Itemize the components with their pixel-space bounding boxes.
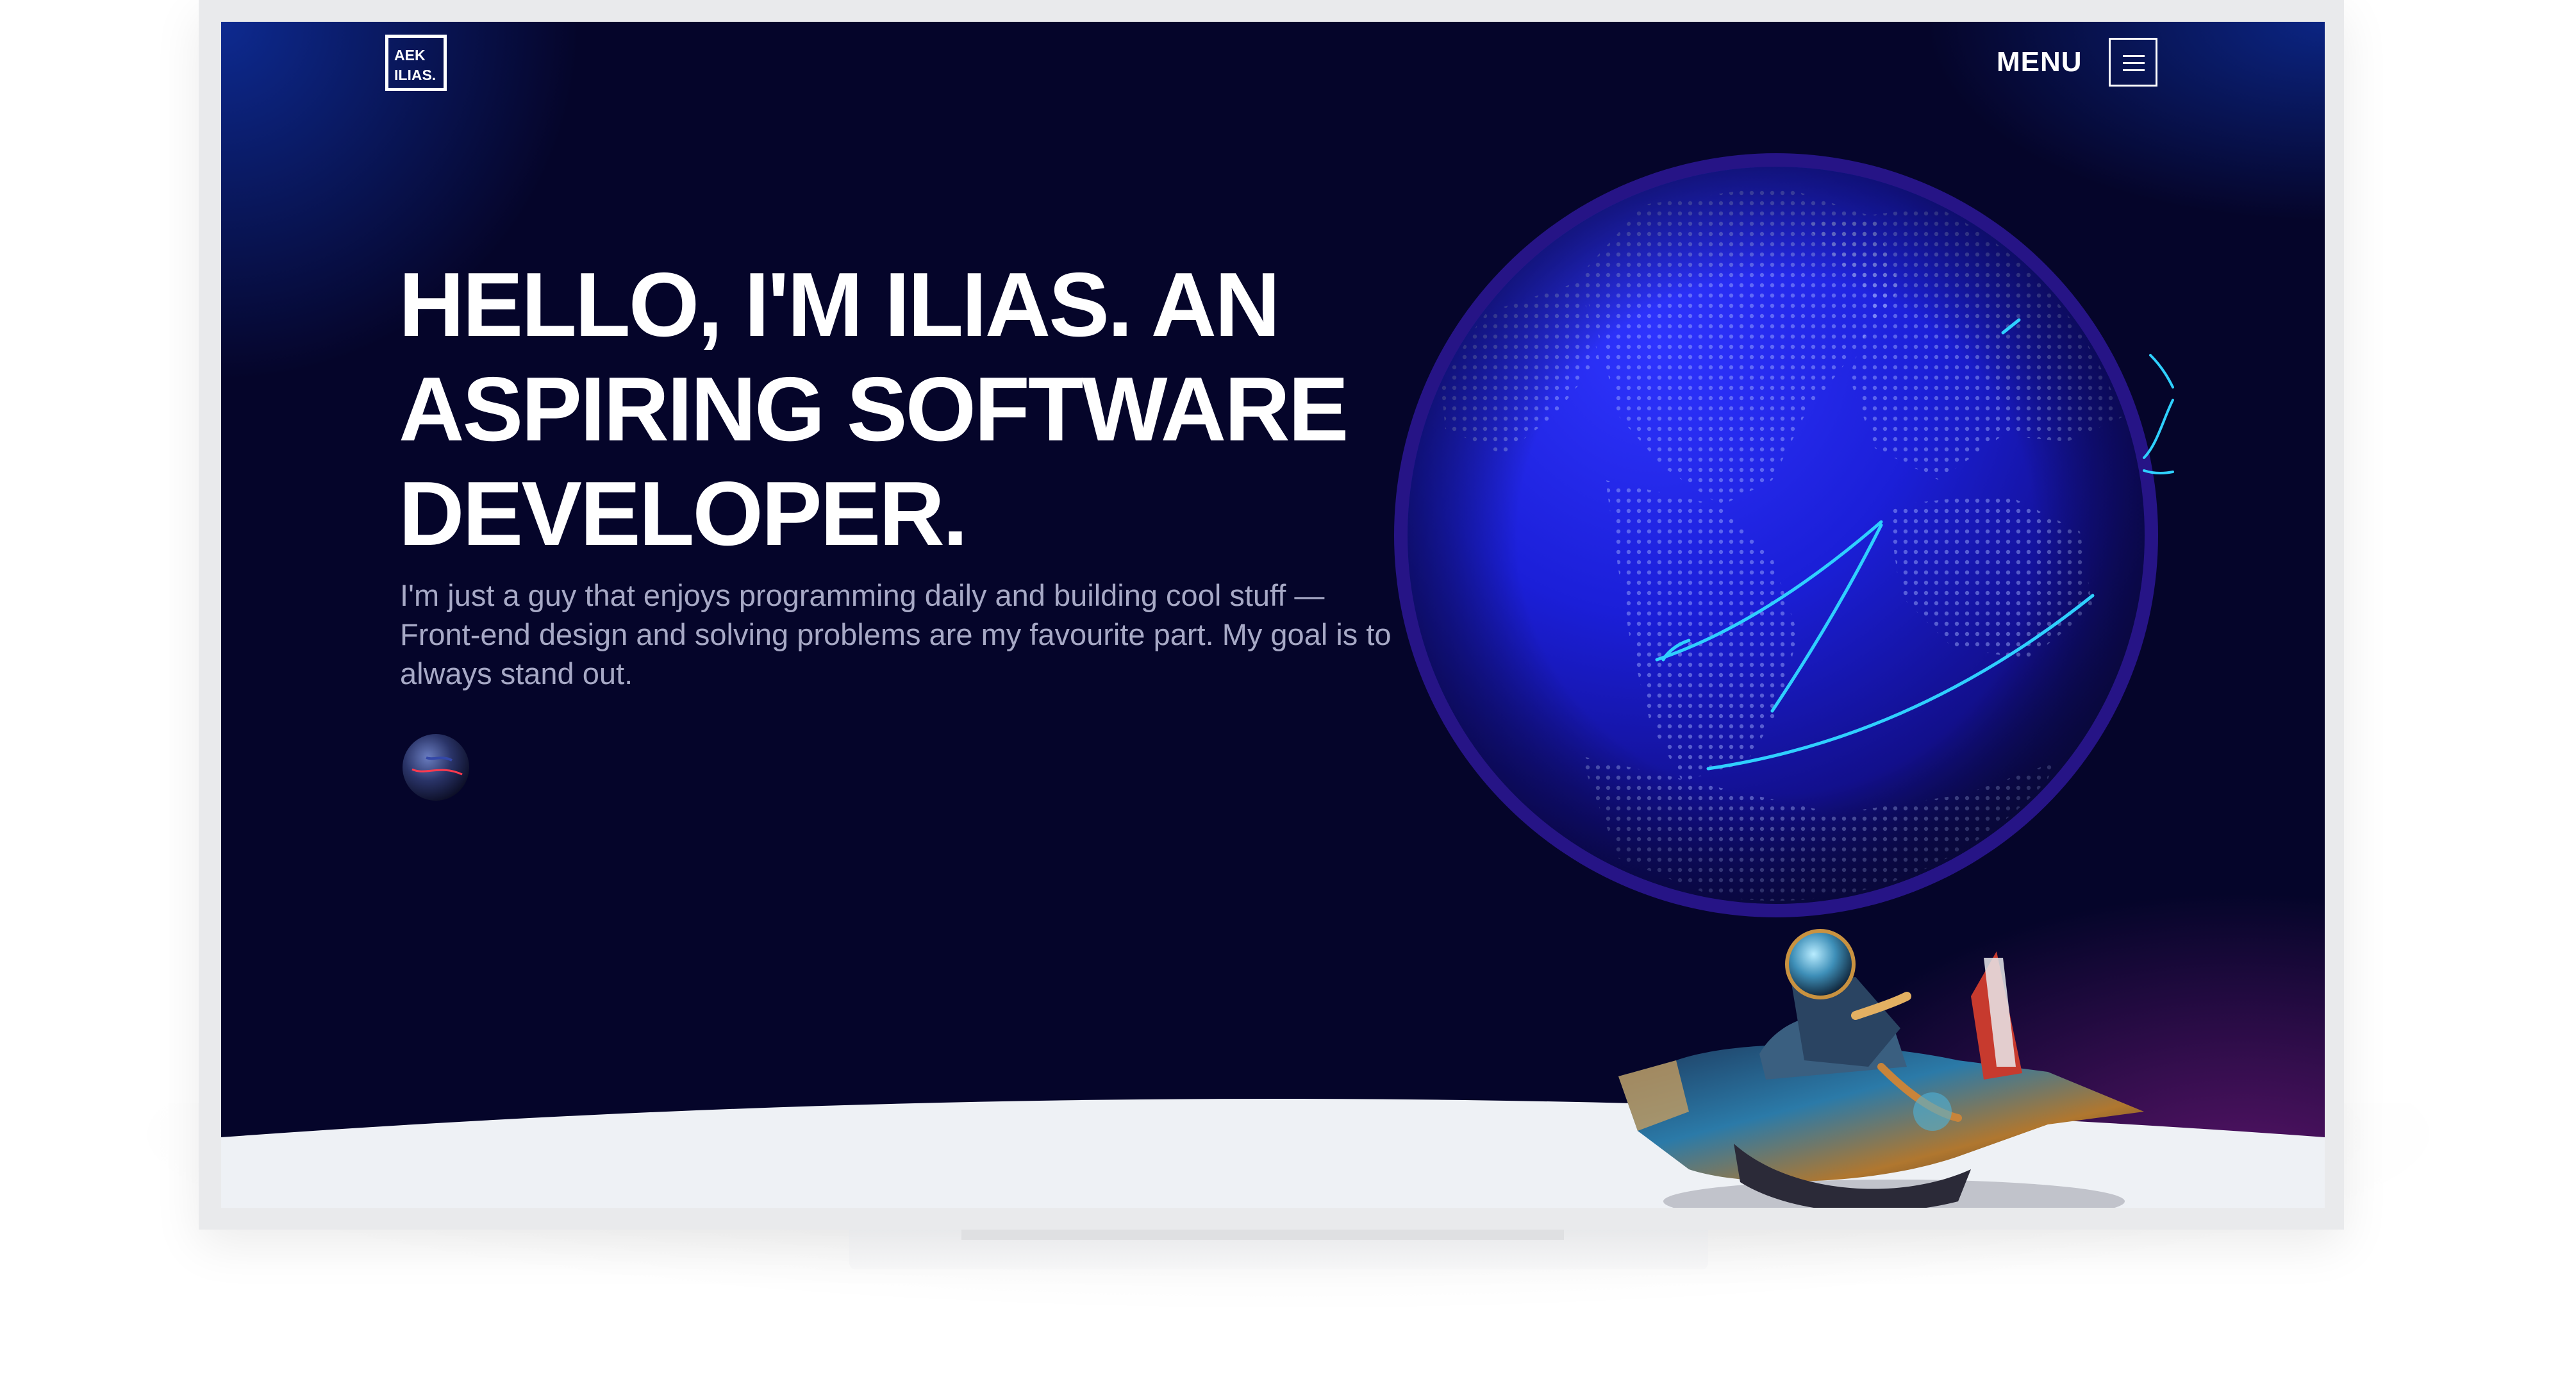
logo-line-1: AEK	[394, 47, 426, 63]
orbit-streaks	[2143, 354, 2174, 475]
hamburger-icon-middle	[2123, 62, 2145, 64]
planet-icon[interactable]	[401, 732, 471, 803]
logo-line-2: ILIAS.	[394, 67, 436, 83]
astronaut-rocket-illustration	[1618, 929, 2144, 1208]
menu-label[interactable]: MENU	[1997, 46, 2082, 78]
hamburger-icon	[2123, 55, 2145, 57]
menu-button[interactable]	[2109, 38, 2157, 87]
hero-description-line-1: I'm just a guy that enjoys programming d…	[400, 578, 1325, 612]
website-screen: AEK ILIAS. MENU HELLO, I'M ILIAS. AN ASP…	[221, 22, 2325, 1208]
monitor-stand	[849, 1230, 1708, 1269]
hero-title-line-2: ASPIRING SOFTWARE	[399, 358, 1349, 460]
hamburger-icon-bottom	[2123, 69, 2145, 71]
site-logo[interactable]: AEK ILIAS.	[385, 35, 447, 91]
hero-description-line-3: always stand out.	[400, 656, 633, 690]
hero-description: I'm just a guy that enjoys programming d…	[400, 576, 1425, 693]
hero-title-line-3: DEVELOPER.	[399, 463, 968, 565]
hero-description-line-2: Front-end design and solving problems ar…	[400, 617, 1392, 651]
hero-title-line-1: HELLO, I'M ILIAS. AN	[399, 254, 1281, 356]
hero-title: HELLO, I'M ILIAS. AN ASPIRING SOFTWARE D…	[399, 253, 1488, 566]
globe-illustration	[1394, 153, 2158, 917]
